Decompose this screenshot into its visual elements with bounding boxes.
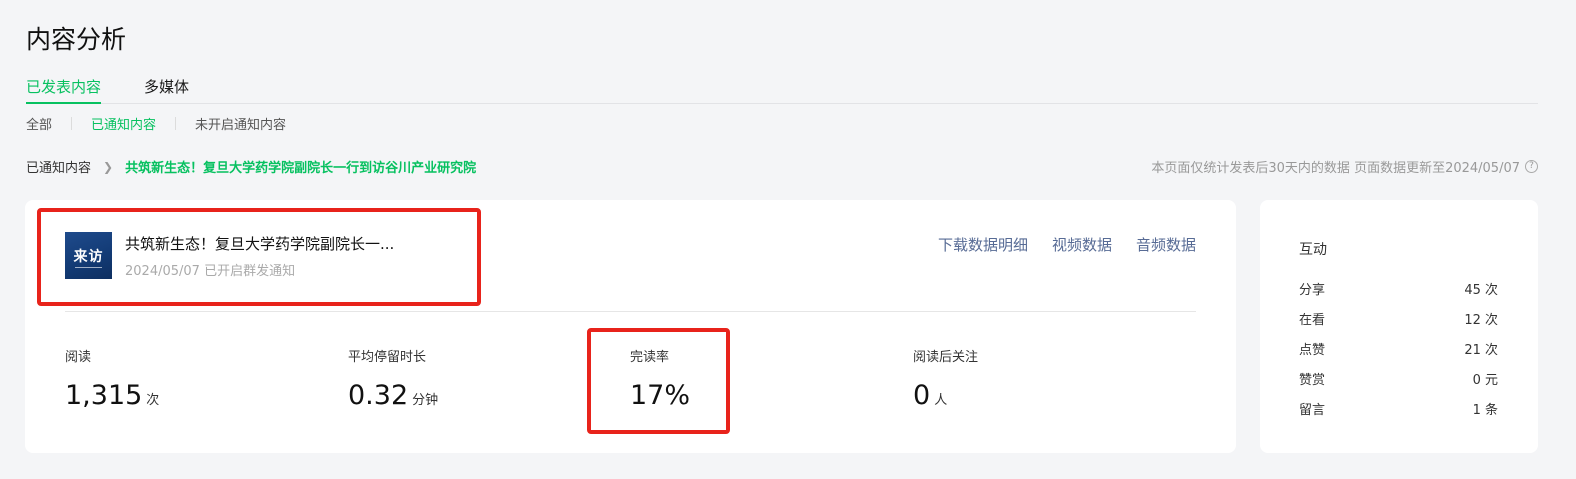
article-date: 2024/05/07 [125,264,200,279]
interaction-label: 分享 [1299,283,1326,298]
article-thumbnail[interactable]: 来访 [65,232,112,279]
metric-number: 0 [913,380,931,411]
subtab-divider [71,116,73,130]
interaction-row-comment: 留言 1 条 [1299,401,1498,431]
interaction-value: 0 元 [1472,373,1498,388]
metric-value: 0人 [913,380,978,417]
download-details-link[interactable]: 下载数据明细 [938,234,1028,255]
interaction-value: 21 次 [1464,343,1498,358]
tab-published-content[interactable]: 已发表内容 [26,77,102,104]
breadcrumb: 已通知内容 ❯ 共筑新生态！复旦大学药学院副院长一行到访谷川产业研究院 [26,157,477,177]
interaction-list: 分享 45 次 在看 12 次 点赞 21 次 赞赏 0 元 留言 1 条 [1299,281,1498,431]
interaction-row-reward: 赞赏 0 元 [1299,371,1498,401]
metric-label: 阅读 [65,350,92,365]
sub-tabs: 全部 已通知内容 未开启通知内容 [26,114,286,133]
subtab-not-notified[interactable]: 未开启通知内容 [195,114,286,133]
subtab-divider [175,116,177,130]
breadcrumb-current: 共筑新生态！复旦大学药学院副院长一行到访谷川产业研究院 [125,161,477,176]
action-links: 下载数据明细 视频数据 音频数据 [938,234,1196,255]
divider [65,311,1196,312]
metric-number: 1,315 [65,380,143,411]
metric-completion-rate: 完读率 17% [630,346,690,412]
metric-unit: 次 [146,393,160,408]
metric-reads: 阅读 1,315 次 [65,346,159,417]
interaction-value: 45 次 [1464,283,1498,298]
tab-multimedia[interactable]: 多媒体 [144,77,189,104]
interaction-card: 互动 分享 45 次 在看 12 次 点赞 21 次 赞赏 0 元 留言 1 条 [1260,200,1538,453]
metric-unit: 分钟 [412,393,439,408]
interaction-value: 1 条 [1472,403,1498,418]
breadcrumb-parent[interactable]: 已通知内容 [26,157,91,176]
video-data-link[interactable]: 视频数据 [1052,234,1112,255]
metric-follows-after-read: 阅读后关注 0人 [913,346,978,417]
metric-value: 17% [630,380,690,412]
metric-label: 阅读后关注 [913,350,979,365]
interaction-label: 在看 [1299,313,1326,328]
metric-value: 1,315 次 [65,380,159,417]
help-icon[interactable]: ? [1525,160,1538,173]
chevron-right-icon: ❯ [103,159,114,174]
data-note-text: 本页面仅统计发表后30天内的数据 页面数据更新至2024/05/07 [1151,161,1520,176]
subtab-notified[interactable]: 已通知内容 [91,114,156,133]
interaction-row-looking: 在看 12 次 [1299,311,1498,341]
article-meta: 2024/05/07 已开启群发通知 [125,260,295,279]
main-tabs: 已发表内容 多媒体 [26,77,1538,104]
metric-number: 0.32 [348,380,409,411]
page-title: 内容分析 [26,25,127,54]
metric-unit: 人 [934,393,948,408]
data-range-note: 本页面仅统计发表后30天内的数据 页面数据更新至2024/05/07 ? [1151,157,1538,176]
article-stats-card: 来访 共筑新生态！复旦大学药学院副院长一... 2024/05/07 已开启群发… [25,200,1236,453]
interaction-title: 互动 [1299,242,1327,258]
audio-data-link[interactable]: 音频数据 [1136,234,1196,255]
interaction-label: 点赞 [1299,343,1326,358]
metric-avg-duration: 平均停留时长 0.32 分钟 [348,346,438,417]
interaction-row-share: 分享 45 次 [1299,281,1498,311]
interaction-label: 赞赏 [1299,373,1326,388]
metric-label: 完读率 [630,350,670,365]
metric-label: 平均停留时长 [348,350,427,365]
metric-number: 17% [630,380,691,411]
article-status: 已开启群发通知 [204,264,296,279]
subtab-all[interactable]: 全部 [26,114,52,133]
interaction-value: 12 次 [1464,313,1498,328]
article-title[interactable]: 共筑新生态！复旦大学药学院副院长一... [125,233,394,254]
interaction-label: 留言 [1299,403,1326,418]
metric-value: 0.32 分钟 [348,380,438,417]
interaction-row-like: 点赞 21 次 [1299,341,1498,371]
